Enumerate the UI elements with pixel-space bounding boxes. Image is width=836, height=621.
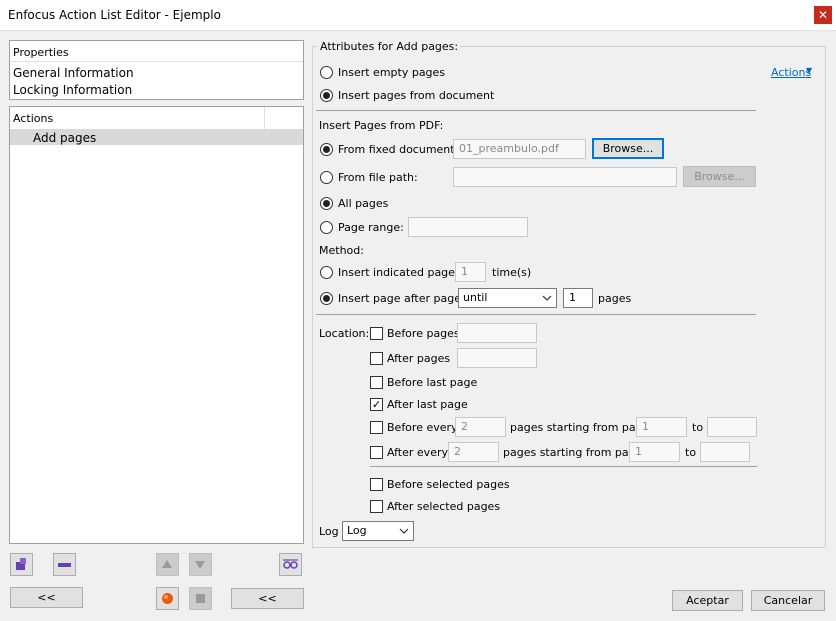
before-every-to-label: to [692, 421, 704, 434]
add-action-button[interactable] [10, 553, 33, 576]
before-pages-label: Before pages [387, 327, 460, 340]
after-last-checkbox[interactable]: ✓ [370, 398, 383, 411]
action-item-label: Add pages [33, 131, 97, 145]
page-range-radio[interactable] [320, 221, 333, 234]
before-last-checkbox[interactable] [370, 376, 383, 389]
move-down-button[interactable] [189, 553, 212, 576]
actions-header-divider [264, 107, 265, 129]
until-select-value: until [463, 291, 488, 304]
log-label: Log [319, 525, 339, 538]
separator [316, 110, 756, 111]
page-range-field[interactable] [408, 217, 528, 237]
after-selected-label: After selected pages [387, 500, 501, 513]
before-selected-label: Before selected pages [387, 478, 510, 491]
after-every-start-field[interactable]: 1 [629, 442, 680, 462]
cancel-button[interactable]: Cancelar [751, 590, 825, 611]
page-range-label: Page range: [338, 221, 404, 234]
until-count-field[interactable]: 1 [563, 288, 593, 308]
after-every-mid-label: pages starting from page [503, 446, 643, 459]
after-every-to-label: to [685, 446, 697, 459]
after-pages-label: After pages [387, 352, 451, 365]
insert-from-document-radio[interactable] [320, 89, 333, 102]
insert-empty-radio[interactable] [320, 66, 333, 79]
locking-information-item[interactable]: Locking Information [13, 83, 132, 97]
remove-action-icon [58, 563, 71, 567]
before-every-n-field[interactable]: 2 [455, 417, 506, 437]
insert-empty-label: Insert empty pages [338, 66, 446, 79]
collapse-right-button[interactable]: << [231, 588, 304, 609]
before-every-mid-label: pages starting from page [510, 421, 650, 434]
run-icon [162, 593, 173, 604]
preview-glasses-icon [283, 559, 298, 569]
preview-button[interactable] [279, 553, 302, 576]
actions-panel [9, 106, 304, 544]
after-every-checkbox[interactable] [370, 446, 383, 459]
properties-header: Properties [13, 46, 69, 59]
from-file-path-radio[interactable] [320, 171, 333, 184]
insert-indicated-label: Insert indicated pages [338, 266, 461, 279]
collapse-left-button[interactable]: << [10, 587, 83, 608]
all-pages-label: All pages [338, 197, 389, 210]
close-icon[interactable]: ✕ [814, 6, 832, 24]
chevron-down-icon [542, 295, 552, 301]
insert-from-document-label: Insert pages from document [338, 89, 495, 102]
move-up-button[interactable] [156, 553, 179, 576]
properties-divider [10, 61, 303, 62]
after-pages-checkbox[interactable] [370, 352, 383, 365]
separator [370, 466, 757, 467]
insert-after-label: Insert page after page [338, 292, 462, 305]
attributes-group-title: Attributes for Add pages: [318, 40, 461, 53]
file-path-field[interactable] [453, 167, 677, 187]
window-title: Enfocus Action List Editor - Ejemplo [8, 8, 221, 22]
chevron-down-icon [399, 528, 409, 534]
accept-button[interactable]: Aceptar [672, 590, 743, 611]
log-select[interactable]: Log [342, 521, 414, 541]
run-button[interactable] [156, 587, 179, 610]
after-every-n-field[interactable]: 2 [448, 442, 499, 462]
insert-after-radio[interactable] [320, 292, 333, 305]
actions-dropdown-icon[interactable]: ▼ [806, 66, 812, 75]
after-selected-checkbox[interactable] [370, 500, 383, 513]
after-last-label: After last page [387, 398, 468, 411]
log-select-value: Log [347, 524, 367, 537]
insert-from-pdf-heading: Insert Pages from PDF: [319, 119, 444, 132]
move-up-icon [162, 560, 172, 568]
location-heading: Location: [319, 327, 370, 340]
from-file-path-label: From file path: [338, 171, 418, 184]
stop-button[interactable] [189, 587, 212, 610]
from-fixed-document-label: From fixed document: [338, 143, 459, 156]
times-field[interactable]: 1 [455, 262, 486, 282]
before-every-start-field[interactable]: 1 [636, 417, 687, 437]
stop-icon [196, 594, 205, 603]
add-action-icon [16, 558, 26, 570]
after-pages-field[interactable] [457, 348, 537, 368]
until-select[interactable]: until [458, 288, 557, 308]
before-every-checkbox[interactable] [370, 421, 383, 434]
actions-header: Actions [13, 112, 54, 125]
move-down-icon [195, 561, 205, 569]
browse-path-button[interactable]: Browse... [683, 166, 756, 187]
after-every-end-field[interactable] [700, 442, 750, 462]
before-every-end-field[interactable] [707, 417, 757, 437]
before-every-label: Before every [387, 421, 458, 434]
before-pages-checkbox[interactable] [370, 327, 383, 340]
separator [316, 314, 756, 315]
times-label: time(s) [492, 266, 532, 279]
method-heading: Method: [319, 244, 364, 257]
pages-label: pages [598, 292, 632, 305]
remove-action-button[interactable] [53, 553, 76, 576]
before-selected-checkbox[interactable] [370, 478, 383, 491]
general-information-item[interactable]: General Information [13, 66, 134, 80]
before-pages-field[interactable] [457, 323, 537, 343]
insert-indicated-radio[interactable] [320, 266, 333, 279]
from-fixed-document-radio[interactable] [320, 143, 333, 156]
fixed-document-field[interactable]: 01_preambulo.pdf [453, 139, 586, 159]
browse-fixed-button[interactable]: Browse... [592, 138, 664, 159]
after-every-label: After every [387, 446, 448, 459]
before-last-label: Before last page [387, 376, 478, 389]
all-pages-radio[interactable] [320, 197, 333, 210]
